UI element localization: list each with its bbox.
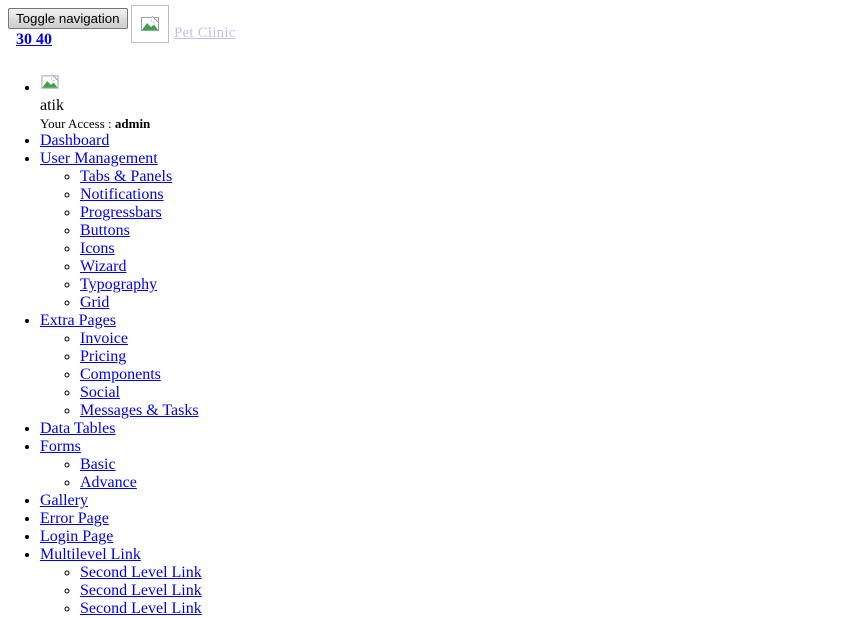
brand-link[interactable]: Pet Clinic — [174, 24, 236, 43]
avatar-broken-image-icon — [40, 72, 60, 92]
nav-item-dashboard[interactable]: Dashboard — [40, 132, 841, 150]
user-access-value: admin — [114, 116, 151, 131]
nav-item-user-management[interactable]: User Management Tabs & Panels Notificati… — [40, 150, 841, 312]
nav-link-dashboard[interactable]: Dashboard — [40, 132, 109, 149]
nav-sublink-tabs-panels[interactable]: Tabs & Panels — [80, 168, 172, 185]
nav-item-gallery[interactable]: Gallery — [40, 492, 841, 510]
nav-sublink-icons[interactable]: Icons — [80, 240, 115, 257]
nav-subitem-invoice[interactable]: Invoice — [80, 330, 841, 348]
nav-sublink-second-level-link-2[interactable]: Second Level Link — [80, 582, 202, 599]
nav-item-data-tables[interactable]: Data Tables — [40, 420, 841, 438]
nav-link-extra-pages[interactable]: Extra Pages — [40, 312, 116, 329]
broken-image-glyph — [141, 15, 159, 33]
nav-sublink-wizard[interactable]: Wizard — [80, 258, 126, 275]
nav-link-data-tables[interactable]: Data Tables — [40, 420, 115, 437]
nav-subitem-buttons[interactable]: Buttons — [80, 222, 841, 240]
user-access-label: Your Access : — [40, 116, 112, 131]
submenu-forms: Basic Advance — [40, 456, 841, 492]
nav-sublink-basic[interactable]: Basic — [80, 456, 116, 473]
nav-subitem-progressbars[interactable]: Progressbars — [80, 204, 841, 222]
nav-sublink-second-level-link-3[interactable]: Second Level Link — [80, 600, 202, 617]
user-profile-item: atik Your Access : admin — [40, 72, 841, 132]
nav-subitem-wizard[interactable]: Wizard — [80, 258, 841, 276]
nav-subitem-components[interactable]: Components — [80, 366, 841, 384]
nav-subitem-second-level-link-2[interactable]: Second Level Link — [80, 582, 841, 600]
nav-sublink-messages-tasks[interactable]: Messages & Tasks — [80, 402, 199, 419]
nav-item-extra-pages[interactable]: Extra Pages Invoice Pricing Components S… — [40, 312, 841, 420]
submenu-user-management: Tabs & Panels Notifications Progressbars… — [40, 168, 841, 312]
nav-sublink-notifications[interactable]: Notifications — [80, 186, 164, 203]
user-name: atik — [40, 97, 64, 114]
nav-link-login-page[interactable]: Login Page — [40, 528, 113, 545]
nav-item-error-page[interactable]: Error Page — [40, 510, 841, 528]
page-header: Toggle navigation Pet Clinic 30 40 — [0, 0, 841, 60]
nav-sublink-invoice[interactable]: Invoice — [80, 330, 128, 347]
nav-sublink-progressbars[interactable]: Progressbars — [80, 204, 162, 221]
nav-subitem-tabs-panels[interactable]: Tabs & Panels — [80, 168, 841, 186]
nav-sublink-second-level-link-1[interactable]: Second Level Link — [80, 564, 202, 581]
broken-image-glyph — [41, 74, 59, 91]
nav-subitem-icons[interactable]: Icons — [80, 240, 841, 258]
nav-sublink-pricing[interactable]: Pricing — [80, 348, 126, 365]
nav-item-multilevel-link[interactable]: Multilevel Link Second Level Link Second… — [40, 546, 841, 618]
nav-sublink-advance[interactable]: Advance — [80, 474, 137, 491]
nav-subitem-advance[interactable]: Advance — [80, 474, 841, 492]
count-link[interactable]: 30 40 — [16, 31, 52, 48]
submenu-extra-pages: Invoice Pricing Components Social Messag… — [40, 330, 841, 420]
nav-item-forms[interactable]: Forms Basic Advance — [40, 438, 841, 492]
nav-subitem-second-level-link-3[interactable]: Second Level Link — [80, 600, 841, 618]
nav-sublink-typography[interactable]: Typography — [80, 276, 157, 293]
nav-link-gallery[interactable]: Gallery — [40, 492, 88, 509]
nav-link-multilevel-link[interactable]: Multilevel Link — [40, 546, 141, 563]
nav-subitem-messages-tasks[interactable]: Messages & Tasks — [80, 402, 841, 420]
nav-subitem-basic[interactable]: Basic — [80, 456, 841, 474]
user-access-line: Your Access : admin — [40, 115, 841, 132]
nav-sublink-grid[interactable]: Grid — [80, 294, 109, 311]
nav-subitem-typography[interactable]: Typography — [80, 276, 841, 294]
main-navigation: atik Your Access : admin Dashboard User … — [0, 72, 841, 618]
nav-subitem-social[interactable]: Social — [80, 384, 841, 402]
user-block: atik Your Access : admin — [40, 72, 841, 132]
broken-image-icon — [131, 5, 169, 43]
nav-link-error-page[interactable]: Error Page — [40, 510, 109, 527]
nav-subitem-grid[interactable]: Grid — [80, 294, 841, 312]
nav-link-user-management[interactable]: User Management — [40, 150, 158, 167]
nav-subitem-pricing[interactable]: Pricing — [80, 348, 841, 366]
toggle-navigation-button[interactable]: Toggle navigation — [8, 8, 128, 29]
nav-sublink-buttons[interactable]: Buttons — [80, 222, 130, 239]
nav-subitem-second-level-link-1[interactable]: Second Level Link — [80, 564, 841, 582]
nav-sublink-components[interactable]: Components — [80, 366, 161, 383]
nav-item-login-page[interactable]: Login Page — [40, 528, 841, 546]
brand-block: Pet Clinic — [131, 5, 236, 43]
nav-subitem-notifications[interactable]: Notifications — [80, 186, 841, 204]
nav-sublink-social[interactable]: Social — [80, 384, 120, 401]
nav-link-forms[interactable]: Forms — [40, 438, 81, 455]
